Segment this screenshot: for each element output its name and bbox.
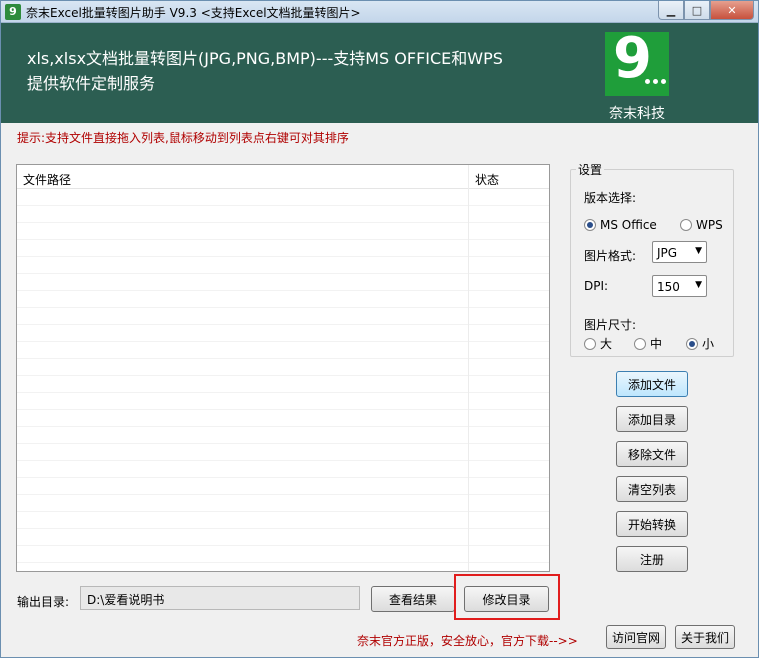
radio-label: 中 xyxy=(650,337,663,351)
column-header-path[interactable]: 文件路径 xyxy=(23,171,71,188)
radio-label: 大 xyxy=(600,337,613,351)
chevron-down-icon: ▼ xyxy=(695,280,702,290)
minimize-button[interactable]: ▁ xyxy=(658,1,684,20)
clear-list-button[interactable]: 清空列表 xyxy=(616,476,688,502)
add-file-button[interactable]: 添加文件 xyxy=(616,371,688,397)
radio-ms-office[interactable]: MS Office xyxy=(584,218,657,232)
close-icon: ✕ xyxy=(727,3,737,17)
list-header: 文件路径 状态 xyxy=(17,165,549,189)
settings-title: 设置 xyxy=(576,161,605,178)
company-name: 奈末科技 xyxy=(609,106,665,122)
radio-size-small[interactable]: 小 xyxy=(686,335,714,352)
remove-file-button[interactable]: 移除文件 xyxy=(616,441,688,467)
chevron-down-icon: ▼ xyxy=(695,246,702,256)
app-icon: 9 xyxy=(5,4,21,20)
size-label: 图片尺寸: xyxy=(584,318,637,332)
title-bar[interactable]: 9 奈末Excel批量转图片助手 V9.3 <支持Excel文档批量转图片> ▁… xyxy=(1,1,758,23)
app-window: 9 奈末Excel批量转图片助手 V9.3 <支持Excel文档批量转图片> ▁… xyxy=(0,0,759,658)
format-label: 图片格式: xyxy=(584,249,637,263)
view-result-button[interactable]: 查看结果 xyxy=(371,586,455,612)
version-label: 版本选择: xyxy=(584,191,637,205)
output-dir-value: D:\爱看说明书 xyxy=(87,593,165,607)
close-button[interactable]: ✕ xyxy=(710,1,754,20)
banner: xls,xlsx文档批量转图片(JPG,PNG,BMP)---支持MS OFFI… xyxy=(1,23,758,123)
hint-text: 提示:支持文件直接拖入列表,鼠标移动到列表点右键可对其排序 xyxy=(17,131,349,145)
file-list[interactable]: 文件路径 状态 xyxy=(16,164,550,572)
register-button[interactable]: 注册 xyxy=(616,546,688,572)
radio-unselected-icon xyxy=(680,219,692,231)
window-title: 奈末Excel批量转图片助手 V9.3 <支持Excel文档批量转图片> xyxy=(26,6,361,20)
list-rows[interactable] xyxy=(17,189,549,571)
visit-website-button[interactable]: 访问官网 xyxy=(606,625,666,649)
minimize-icon: ▁ xyxy=(666,3,676,17)
radio-label: MS Office xyxy=(600,218,657,232)
banner-subline: 提供软件定制服务 xyxy=(27,74,156,93)
column-divider xyxy=(468,165,469,571)
about-us-button[interactable]: 关于我们 xyxy=(675,625,735,649)
maximize-button[interactable]: □ xyxy=(684,1,710,20)
radio-size-large[interactable]: 大 xyxy=(584,335,612,352)
add-directory-button[interactable]: 添加目录 xyxy=(616,406,688,432)
company-logo: 9 xyxy=(605,26,669,96)
radio-unselected-icon xyxy=(584,337,596,350)
radio-wps[interactable]: WPS xyxy=(680,218,723,232)
column-header-status[interactable]: 状态 xyxy=(475,171,499,188)
radio-selected-icon xyxy=(584,219,596,231)
start-convert-button[interactable]: 开始转换 xyxy=(616,511,688,537)
radio-label: 小 xyxy=(702,337,715,351)
output-dir-field[interactable]: D:\爱看说明书 xyxy=(80,586,360,610)
logo-dots xyxy=(645,79,666,84)
radio-selected-icon xyxy=(686,337,698,350)
format-value: JPG xyxy=(657,246,678,260)
output-dir-label: 输出目录: xyxy=(17,595,70,609)
maximize-icon: □ xyxy=(691,3,703,17)
banner-headline: xls,xlsx文档批量转图片(JPG,PNG,BMP)---支持MS OFFI… xyxy=(27,49,503,68)
radio-size-medium[interactable]: 中 xyxy=(634,335,662,352)
highlight-box xyxy=(454,574,560,620)
dpi-select[interactable]: 150 ▼ xyxy=(652,275,707,297)
promo-text: 奈末官方正版，安全放心，官方下载-->> xyxy=(357,634,578,648)
dpi-value: 150 xyxy=(657,280,680,294)
radio-label: WPS xyxy=(696,218,723,232)
format-select[interactable]: JPG ▼ xyxy=(652,241,707,263)
radio-unselected-icon xyxy=(634,337,646,350)
dpi-label: DPI: xyxy=(584,279,609,293)
window-controls: ▁ □ ✕ xyxy=(658,1,754,20)
